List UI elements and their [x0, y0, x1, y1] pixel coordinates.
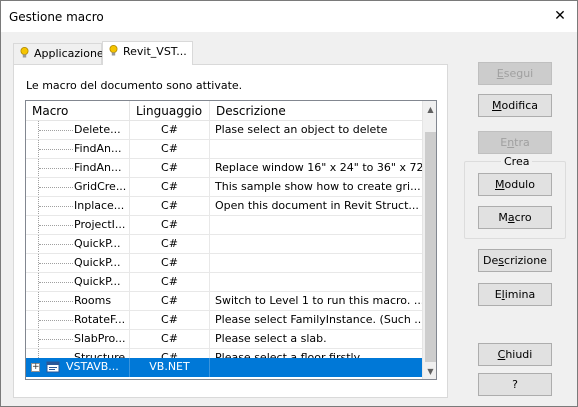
macro-language: C# [130, 121, 210, 139]
macro-name: Delete... [74, 123, 121, 136]
tree-line [39, 244, 73, 245]
scroll-down-icon[interactable]: ▼ [423, 365, 436, 379]
macro-name: FindAn... [74, 161, 122, 174]
tree-line [39, 263, 73, 264]
macro-name: QuickP... [74, 237, 121, 250]
tree-line [39, 149, 73, 150]
table-row[interactable]: GridCre... C# This sample show how to cr… [26, 178, 423, 197]
expand-icon[interactable]: + [31, 363, 40, 372]
tree-line [39, 206, 73, 207]
macro-language: C# [130, 197, 210, 215]
project-icon [46, 361, 60, 373]
macro-language: C# [130, 140, 210, 158]
tab-label: Applicazione [34, 47, 104, 60]
macro-name: QuickP... [74, 256, 121, 269]
table-row[interactable]: FindAn... C# [26, 140, 423, 159]
tree-line [39, 187, 73, 188]
table-row[interactable]: Inplace... C# Open this document in Revi… [26, 197, 423, 216]
macro-name: RotateF... [74, 313, 126, 326]
close-button[interactable]: Chiudi [478, 343, 552, 366]
table-row[interactable]: Rooms C# Switch to Level 1 to run this m… [26, 292, 423, 311]
table-row[interactable]: FindAn... C# Replace window 16" x 24" to… [26, 159, 423, 178]
tree-line [39, 168, 73, 169]
column-header-macro[interactable]: Macro [26, 101, 130, 121]
macro-language: C# [130, 254, 210, 272]
macro-name: VSTAVB... [66, 360, 119, 373]
macro-description [210, 358, 423, 377]
macro-description [210, 216, 423, 234]
macro-language: C# [130, 292, 210, 310]
tree-line [39, 225, 73, 226]
macro-description: Please select a slab. [210, 330, 423, 348]
column-header-description[interactable]: Descrizione [210, 101, 423, 121]
macro-description: Plase select an object to delete [210, 121, 423, 139]
macro-description: Replace window 16" x 24" to 36" x 72" [210, 159, 423, 177]
macro-description: Please select FamilyInstance. (Such ... [210, 311, 423, 329]
close-icon[interactable]: ✕ [549, 5, 571, 27]
window-title: Gestione macro [9, 10, 104, 24]
macro-language: C# [130, 235, 210, 253]
macro-language: C# [130, 159, 210, 177]
table-row[interactable]: QuickP... C# [26, 254, 423, 273]
macro-language: C# [130, 330, 210, 348]
macro-name: ProjectI... [74, 218, 126, 231]
create-module-button[interactable]: Modulo [478, 173, 552, 196]
macro-description: This sample show how to create gri... [210, 178, 423, 196]
macro-name: GridCre... [74, 180, 127, 193]
macro-manager-dialog: Gestione macro ✕ Applicazione Revit_VST.… [0, 0, 578, 407]
create-macro-button[interactable]: Macro [478, 206, 552, 229]
scroll-up-icon[interactable]: ▲ [423, 103, 436, 117]
lightbulb-icon [109, 45, 118, 56]
macro-language: C# [130, 216, 210, 234]
macro-description [210, 273, 423, 291]
table-row-selected[interactable]: + VSTAVB... VB.NET [26, 358, 423, 377]
macro-name: FindAn... [74, 142, 122, 155]
macro-description [210, 140, 423, 158]
tree-line [39, 282, 73, 283]
edit-button[interactable]: Modifica [478, 94, 552, 117]
macro-list[interactable]: Macro Linguaggio Descrizione Delete... C… [25, 100, 437, 380]
macro-language: C# [130, 311, 210, 329]
delete-button[interactable]: Elimina [478, 283, 552, 306]
macro-description: Switch to Level 1 to run this macro. ... [210, 292, 423, 310]
tree-line [39, 339, 73, 340]
step-into-button[interactable]: Entra [478, 131, 552, 154]
lightbulb-icon [20, 47, 29, 58]
macro-name: Rooms [74, 294, 112, 307]
tree-line [39, 301, 73, 302]
tab-revit-vst[interactable]: Revit_VST... [102, 41, 193, 65]
table-row[interactable]: SlabPro... C# Please select a slab. [26, 330, 423, 349]
table-row[interactable]: RotateF... C# Please select FamilyInstan… [26, 311, 423, 330]
tab-label: Revit_VST... [123, 45, 187, 58]
macro-language: VB.NET [130, 358, 210, 377]
macro-language: C# [130, 178, 210, 196]
create-group-label: Crea [501, 155, 533, 168]
macro-description [210, 254, 423, 272]
macro-description: Open this document in Revit Struct... [210, 197, 423, 215]
table-row[interactable]: QuickP... C# [26, 235, 423, 254]
help-button[interactable]: ? [478, 373, 552, 396]
description-button[interactable]: Descrizione [478, 249, 552, 272]
macro-name: QuickP... [74, 275, 121, 288]
vertical-scrollbar[interactable]: ▲ ▼ [422, 101, 436, 379]
column-header-language[interactable]: Linguaggio [130, 101, 210, 121]
tree-line [39, 130, 73, 131]
macro-name: Inplace... [74, 199, 125, 212]
macro-name: SlabPro... [74, 332, 126, 345]
scroll-thumb[interactable] [425, 132, 436, 362]
macro-description [210, 235, 423, 253]
table-row[interactable]: Delete... C# Plase select an object to d… [26, 121, 423, 140]
tab-applicazione[interactable]: Applicazione [13, 43, 104, 65]
macro-language: C# [130, 273, 210, 291]
tree-line [39, 320, 73, 321]
run-button[interactable]: Esegui [478, 62, 552, 85]
table-row[interactable]: ProjectI... C# [26, 216, 423, 235]
status-text: Le macro del documento sono attivate. [26, 79, 243, 92]
column-header-row: Macro Linguaggio Descrizione [26, 101, 423, 121]
title-bar: Gestione macro ✕ [1, 1, 577, 32]
table-row[interactable]: QuickP... C# [26, 273, 423, 292]
